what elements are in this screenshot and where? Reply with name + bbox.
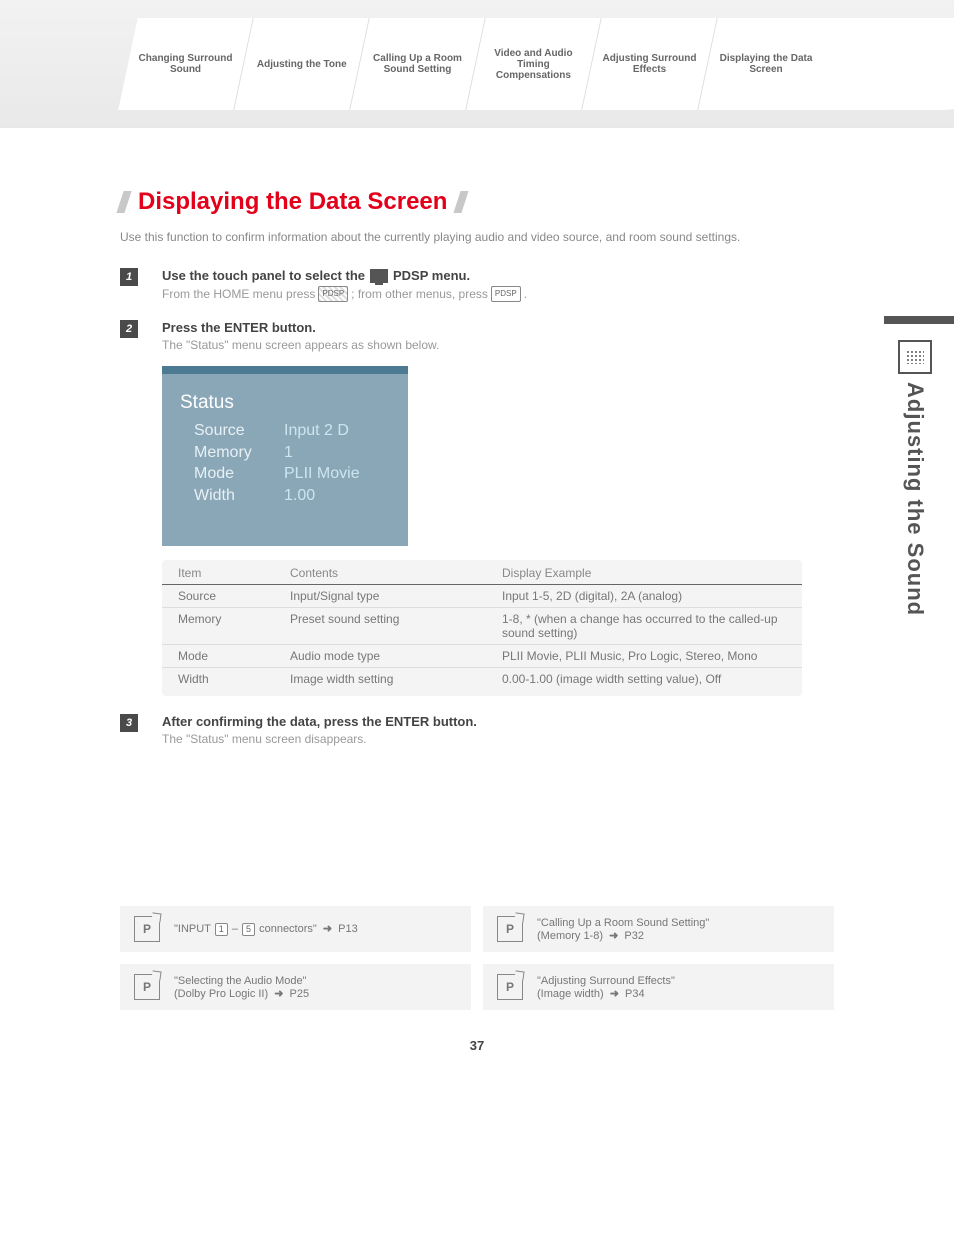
step-1-desc: From the HOME menu press PDSP ; from oth… [162,286,834,302]
step-2-desc: The "Status" menu screen appears as show… [162,338,834,352]
tab-label: Calling Up a Room Sound Setting [364,53,471,75]
status-screen: Status SourceInput 2 D Memory1 ModePLII … [162,366,408,546]
td-example: Input 1-5, 2D (digital), 2A (analog) [486,585,802,608]
tab-changing-surround-sound[interactable]: Changing Surround Sound [118,18,254,110]
cross-reference-grid: P "INPUT 1 – 5 connectors" ➜ P13 P "Call… [120,906,834,1010]
step-1-desc-mid: ; from other menus, press [351,287,488,301]
arrow-icon: ➜ [274,988,283,1000]
td-item: Source [162,585,274,608]
step-3-desc: The "Status" menu screen disappears. [162,732,834,746]
tab-room-sound-setting[interactable]: Calling Up a Room Sound Setting [350,18,486,110]
step-1-desc-pre: From the HOME menu press [162,287,315,301]
status-label-memory: Memory [180,442,284,464]
ref-text: "INPUT 1 – 5 connectors" ➜ P13 [174,922,358,936]
td-contents: Preset sound setting [274,608,486,645]
td-contents: Audio mode type [274,645,486,668]
tab-displaying-data-screen[interactable]: Displaying the Data Screen [698,18,834,110]
th-contents: Contents [274,560,486,585]
tab-label: Adjusting Surround Effects [596,53,703,75]
step-number-badge: 3 [120,714,138,732]
ref-text: "Calling Up a Room Sound Setting" (Memor… [537,917,709,942]
status-label-width: Width [180,485,284,507]
table-row: Mode Audio mode type PLII Movie, PLII Mu… [162,645,802,668]
table-header-row: Item Contents Display Example [162,560,802,585]
step-2: 2 Press the ENTER button. The "Status" m… [120,320,834,696]
th-item: Item [162,560,274,585]
pdsp-small-button-icon: PDSP [491,286,521,302]
table-row: Source Input/Signal type Input 1-5, 2D (… [162,585,802,608]
ref-text: "Selecting the Audio Mode" (Dolby Pro Lo… [174,975,309,1000]
step-3: 3 After confirming the data, press the E… [120,714,834,746]
tab-label: Adjusting the Tone [257,59,347,70]
ref-room-sound-setting[interactable]: P "Calling Up a Room Sound Setting" (Mem… [483,906,834,952]
ref-page: P13 [338,923,358,935]
ref-page: P32 [624,930,644,942]
tab-label: Changing Surround Sound [132,53,239,75]
status-value-memory: 1 [284,442,293,464]
tab-label: Video and Audio Timing Compensations [480,48,587,81]
td-item: Width [162,668,274,697]
page-content: Displaying the Data Screen Use this func… [0,128,954,1093]
step-1-title-post: PDSP menu. [393,268,470,283]
ref-text: "Adjusting Surround Effects" (Image widt… [537,975,675,1000]
page-title: Displaying the Data Screen [120,188,834,216]
td-example: PLII Movie, PLII Music, Pro Logic, Stere… [486,645,802,668]
ref-page: P34 [625,988,645,1000]
td-example: 0.00-1.00 (image width setting value), O… [486,668,802,697]
status-value-source: Input 2 D [284,420,349,442]
arrow-icon: ➜ [323,923,332,935]
nav-tabs: Changing Surround Sound Adjusting the To… [128,18,954,110]
step-1-title-pre: Use the touch panel to select the [162,268,365,283]
step-1: 1 Use the touch panel to select the PDSP… [120,268,834,302]
intro-text: Use this function to confirm information… [120,228,834,246]
td-contents: Input/Signal type [274,585,486,608]
key-5-icon: 5 [242,923,255,936]
status-label-source: Source [180,420,284,442]
ref-page: P25 [290,988,310,1000]
step-1-title: Use the touch panel to select the PDSP m… [162,268,834,283]
step-number-badge: 1 [120,268,138,286]
ref-audio-mode[interactable]: P "Selecting the Audio Mode" (Dolby Pro … [120,964,471,1010]
key-1-icon: 1 [215,923,228,936]
page-ref-icon: P [497,916,523,942]
pdsp-button-icon: PDSP [318,286,348,302]
status-value-mode: PLII Movie [284,463,360,485]
table-row: Width Image width setting 0.00-1.00 (ima… [162,668,802,697]
tab-adjusting-surround-effects[interactable]: Adjusting Surround Effects [582,18,718,110]
td-contents: Image width setting [274,668,486,697]
status-reference-table: Item Contents Display Example Source Inp… [162,560,802,696]
page-ref-icon: P [497,974,523,1000]
status-value-width: 1.00 [284,485,315,507]
step-3-title: After confirming the data, press the ENT… [162,714,834,729]
page-ref-icon: P [134,916,160,942]
step-number-badge: 2 [120,320,138,338]
td-example: 1-8, * (when a change has occurred to th… [486,608,802,645]
tab-timing-compensations[interactable]: Video and Audio Timing Compensations [466,18,602,110]
th-display-example: Display Example [486,560,802,585]
status-title: Status [180,392,390,414]
step-1-desc-post: . [524,287,527,301]
tab-label: Displaying the Data Screen [712,53,820,75]
ref-input-connectors[interactable]: P "INPUT 1 – 5 connectors" ➜ P13 [120,906,471,952]
monitor-icon [370,269,388,283]
tab-adjusting-tone[interactable]: Adjusting the Tone [234,18,370,110]
top-nav-bar: Changing Surround Sound Adjusting the To… [0,0,954,128]
page-title-text: Displaying the Data Screen [138,188,447,216]
td-item: Memory [162,608,274,645]
arrow-icon: ➜ [609,930,618,942]
td-item: Mode [162,645,274,668]
table-row: Memory Preset sound setting 1-8, * (when… [162,608,802,645]
page-ref-icon: P [134,974,160,1000]
ref-surround-effects[interactable]: P "Adjusting Surround Effects" (Image wi… [483,964,834,1010]
page-number: 37 [120,1038,834,1053]
step-2-title: Press the ENTER button. [162,320,834,335]
arrow-icon: ➜ [610,988,619,1000]
status-label-mode: Mode [180,463,284,485]
